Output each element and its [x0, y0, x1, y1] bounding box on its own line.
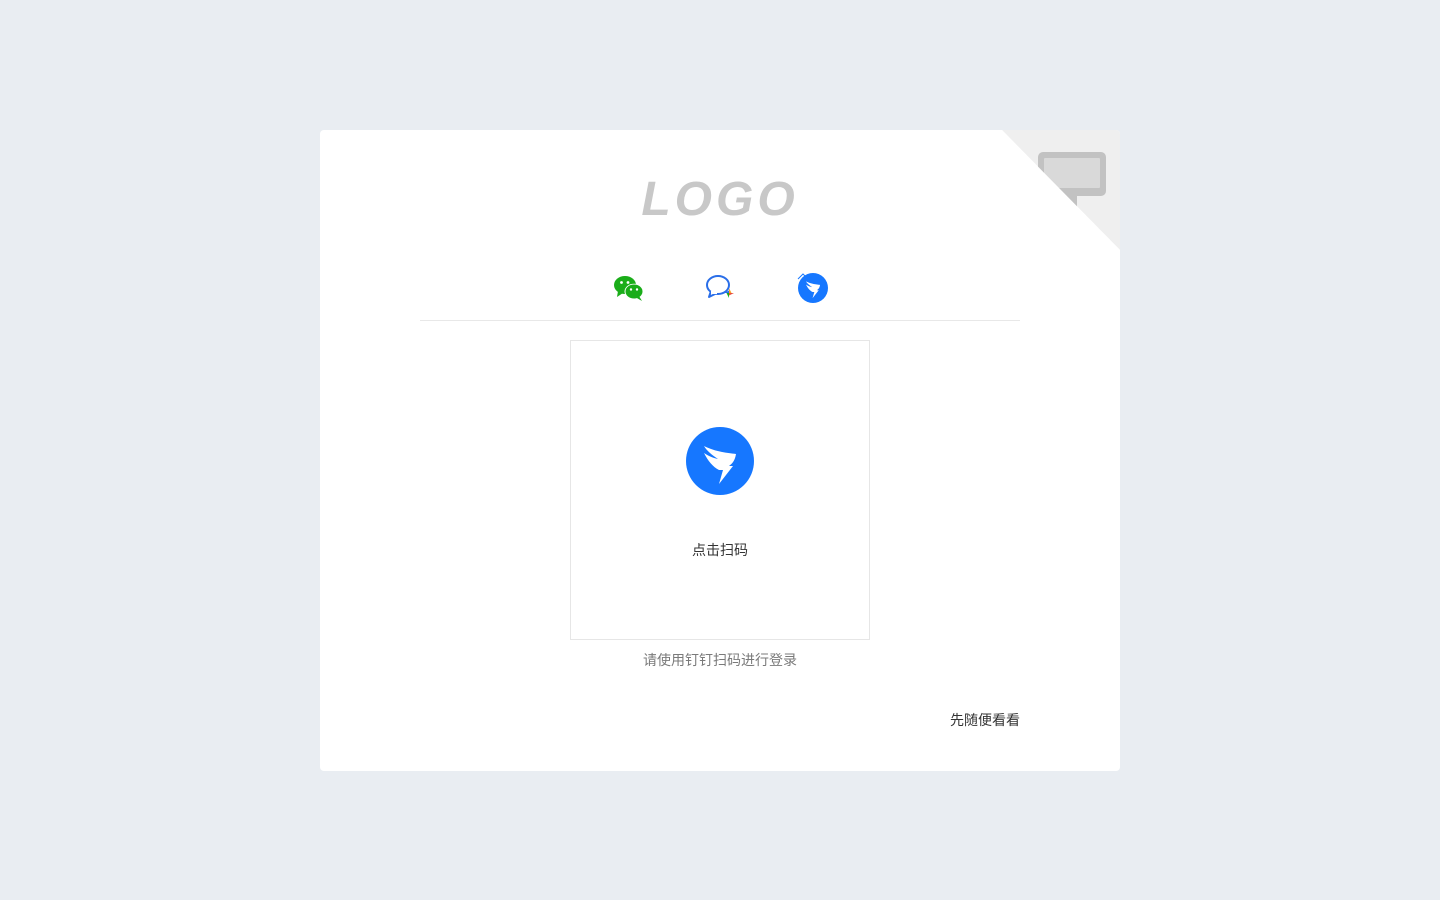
tab-dingtalk[interactable] — [788, 270, 836, 320]
browse-as-guest-link[interactable]: 先随便看看 — [950, 711, 1020, 731]
tab-wechat[interactable] — [604, 270, 652, 320]
logo: LOGO — [641, 173, 799, 226]
active-tab-caret-icon — [797, 273, 809, 280]
login-method-tabs — [420, 270, 1020, 321]
scan-qr-label: 点击扫码 — [692, 543, 748, 559]
login-hint: 请使用钉钉扫码进行登录 — [643, 653, 797, 669]
dingtalk-icon — [686, 427, 754, 495]
wechat-icon — [614, 276, 644, 301]
qr-code-area[interactable]: 点击扫码 — [570, 340, 870, 640]
login-card: LOGO 点击扫码 请使用钉钉扫码进行登录 先随便看看 — [320, 130, 1120, 771]
wecom-icon — [706, 275, 734, 298]
tab-wecom[interactable] — [696, 270, 744, 320]
